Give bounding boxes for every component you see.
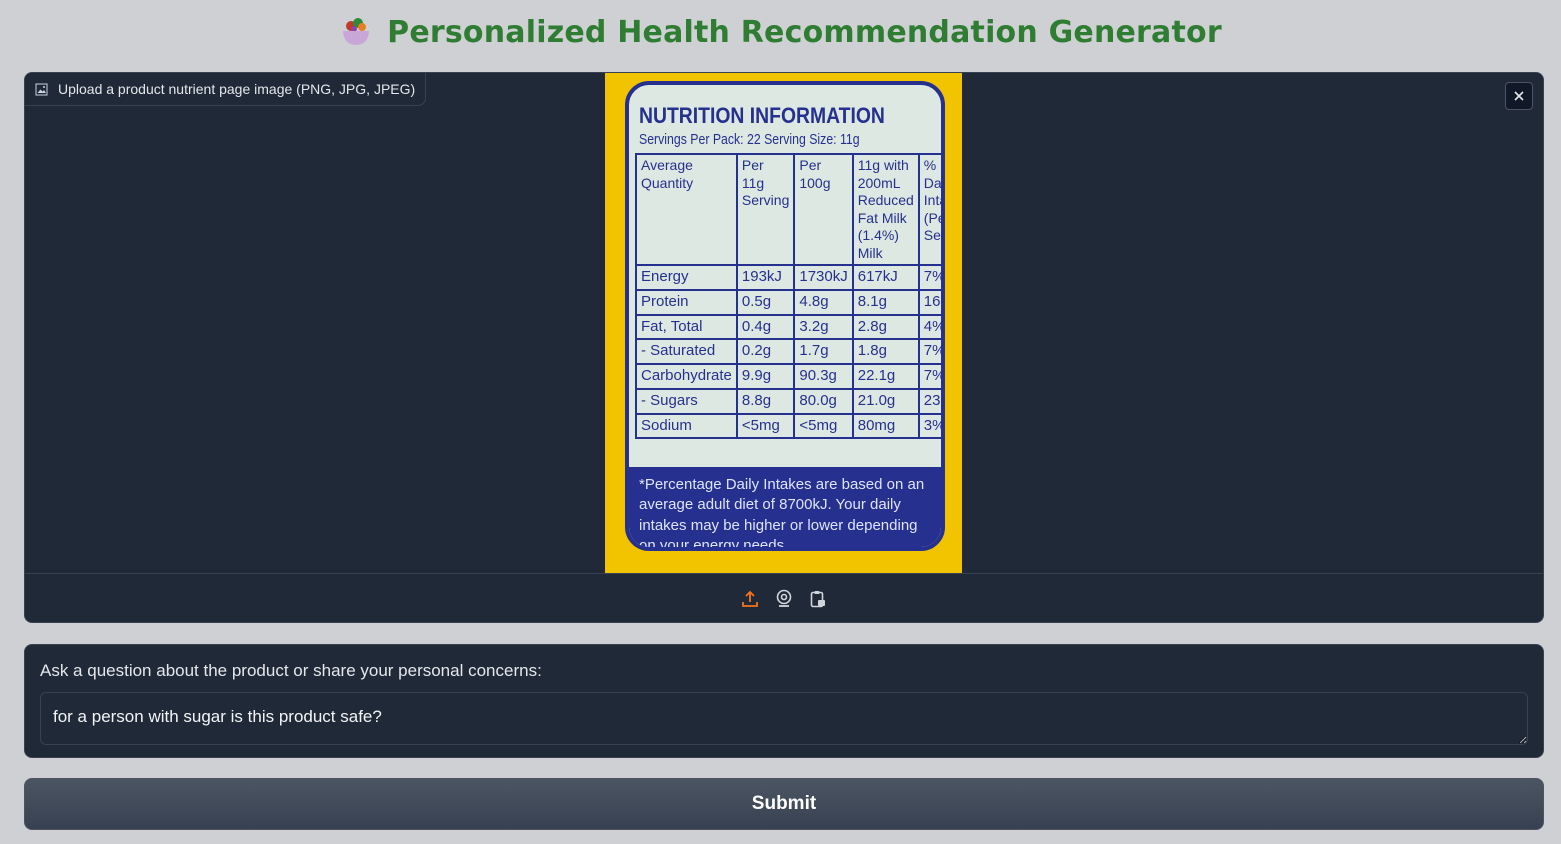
nutrition-header: Average Quantity xyxy=(635,153,738,266)
nutrition-cell: 90.3g xyxy=(793,363,854,390)
nutrition-cell: 8.1g xyxy=(851,288,920,316)
nutrition-table-body: Energy 193kJ 1730kJ 617kJ 7% Protein 0.5g 4.8g 8… xyxy=(635,264,941,440)
clear-image-button[interactable] xyxy=(1505,82,1533,110)
upload-label-text: Upload a product nutrient page image (PN… xyxy=(58,81,416,97)
nutrition-cell: 23% xyxy=(917,387,941,415)
nutrition-cell: 22.1g xyxy=(851,363,920,390)
nutrition-cell: 80mg xyxy=(851,412,920,440)
nutrition-cell: 0.5g xyxy=(735,288,796,316)
nutrition-label: NUTRITION INFORMATION Servings Per Pack:… xyxy=(625,81,945,551)
nutrition-row: Carbohydrate 9.9g 90.3g 22.1g 7% xyxy=(635,363,941,390)
nutrition-cell: <5mg xyxy=(735,412,796,440)
paste-clipboard-button[interactable] xyxy=(807,588,829,610)
nutrition-row: Protein0.5g4.8g8.1g16% xyxy=(635,288,941,316)
upload-label: Upload a product nutrient page image (PN… xyxy=(25,73,427,106)
nutrition-header: 11g with 200mL Reduced Fat Milk (1.4%) M… xyxy=(851,153,920,266)
clipboard-icon xyxy=(810,591,825,608)
nutrition-row: - Saturated 0.2g 1.7g 1.8g 7% xyxy=(635,338,941,365)
nutrition-cell: 8.8g xyxy=(735,387,796,415)
upload-button[interactable] xyxy=(739,588,761,610)
nutrition-cell: 4.8g xyxy=(793,288,854,316)
nutrition-cell: Protein xyxy=(635,288,738,316)
page-title-text: Personalized Health Recommendation Gener… xyxy=(387,14,1222,50)
nutrition-row: Sodium <5mg <5mg 80mg 3% xyxy=(635,412,941,440)
nutrition-cell: <5mg xyxy=(793,412,854,440)
question-label: Ask a question about the product or shar… xyxy=(40,661,542,680)
nutrition-cell: 3.2g xyxy=(793,313,854,341)
nutrition-cell: 80.0g xyxy=(793,387,854,415)
uploaded-image-preview: NUTRITION INFORMATION Servings Per Pack:… xyxy=(605,73,962,573)
nutrition-row: Energy 193kJ 1730kJ 617kJ 7% xyxy=(635,264,941,291)
nutrition-cell: 193kJ xyxy=(735,264,796,291)
nutrition-cell: Sodium xyxy=(635,412,738,440)
nutrition-cell: Fat, Total xyxy=(635,313,738,341)
nutrition-header: % Daily Intake* (Per Serve) xyxy=(917,153,941,266)
nutrition-cell: Energy xyxy=(635,264,738,291)
nutrition-row: Fat, Total 0.4g 3.2g 2.8g 4% xyxy=(635,313,941,341)
close-icon xyxy=(1514,91,1524,101)
nutrition-cell: 3% xyxy=(917,412,941,440)
nutrition-header: Per 100g xyxy=(793,153,854,266)
webcam-icon xyxy=(776,589,792,607)
nutrition-title: NUTRITION INFORMATION xyxy=(639,103,885,128)
nutrition-cell: - Sugars xyxy=(635,387,738,415)
image-upload-panel[interactable]: Upload a product nutrient page image (PN… xyxy=(24,72,1544,623)
nutrition-cell: 0.4g xyxy=(735,313,796,341)
nutrition-cell: 2.8g xyxy=(851,313,920,341)
nutrition-cell: 9.9g xyxy=(735,363,796,390)
nutrition-cell: - Saturated xyxy=(635,338,738,365)
page-title: Personalized Health Recommendation Gener… xyxy=(0,10,1561,54)
nutrition-cell: 21.0g xyxy=(851,387,920,415)
nutrition-cell: 1.8g xyxy=(851,338,920,365)
nutrition-header: Per 11g Serving xyxy=(735,153,796,266)
nutrition-subtitle: Servings Per Pack: 22 Serving Size: 11g xyxy=(639,131,860,148)
nutrition-row: - Sugars8.8g80.0g21.0g23% xyxy=(635,387,941,415)
submit-button[interactable]: Submit xyxy=(24,778,1544,830)
nutrition-cell: 0.2g xyxy=(735,338,796,365)
nutrition-cell: 7% xyxy=(917,264,941,291)
nutrition-cell: 16% xyxy=(917,288,941,316)
nutrition-table: Average Quantity Per 11g Serving Per 100… xyxy=(635,153,941,440)
nutrition-cell: Carbohydrate xyxy=(635,363,738,390)
image-source-toolbar xyxy=(25,574,1543,622)
salad-bowl-icon xyxy=(343,18,370,45)
nutrition-cell: 1.7g xyxy=(793,338,854,365)
nutrition-cell: 1730kJ xyxy=(793,264,854,291)
nutrition-footnote: *Percentage Daily Intakes are based on a… xyxy=(629,467,941,547)
nutrition-cell: 7% xyxy=(917,363,941,390)
question-input[interactable]: for a person with sugar is this product … xyxy=(40,692,1528,745)
question-panel: Ask a question about the product or shar… xyxy=(24,644,1544,758)
nutrition-cell: 4% xyxy=(917,313,941,341)
nutrition-cell: 617kJ xyxy=(851,264,920,291)
image-icon xyxy=(35,83,48,95)
upload-icon xyxy=(742,590,758,607)
webcam-button[interactable] xyxy=(773,588,795,610)
nutrition-cell: 7% xyxy=(917,338,941,365)
